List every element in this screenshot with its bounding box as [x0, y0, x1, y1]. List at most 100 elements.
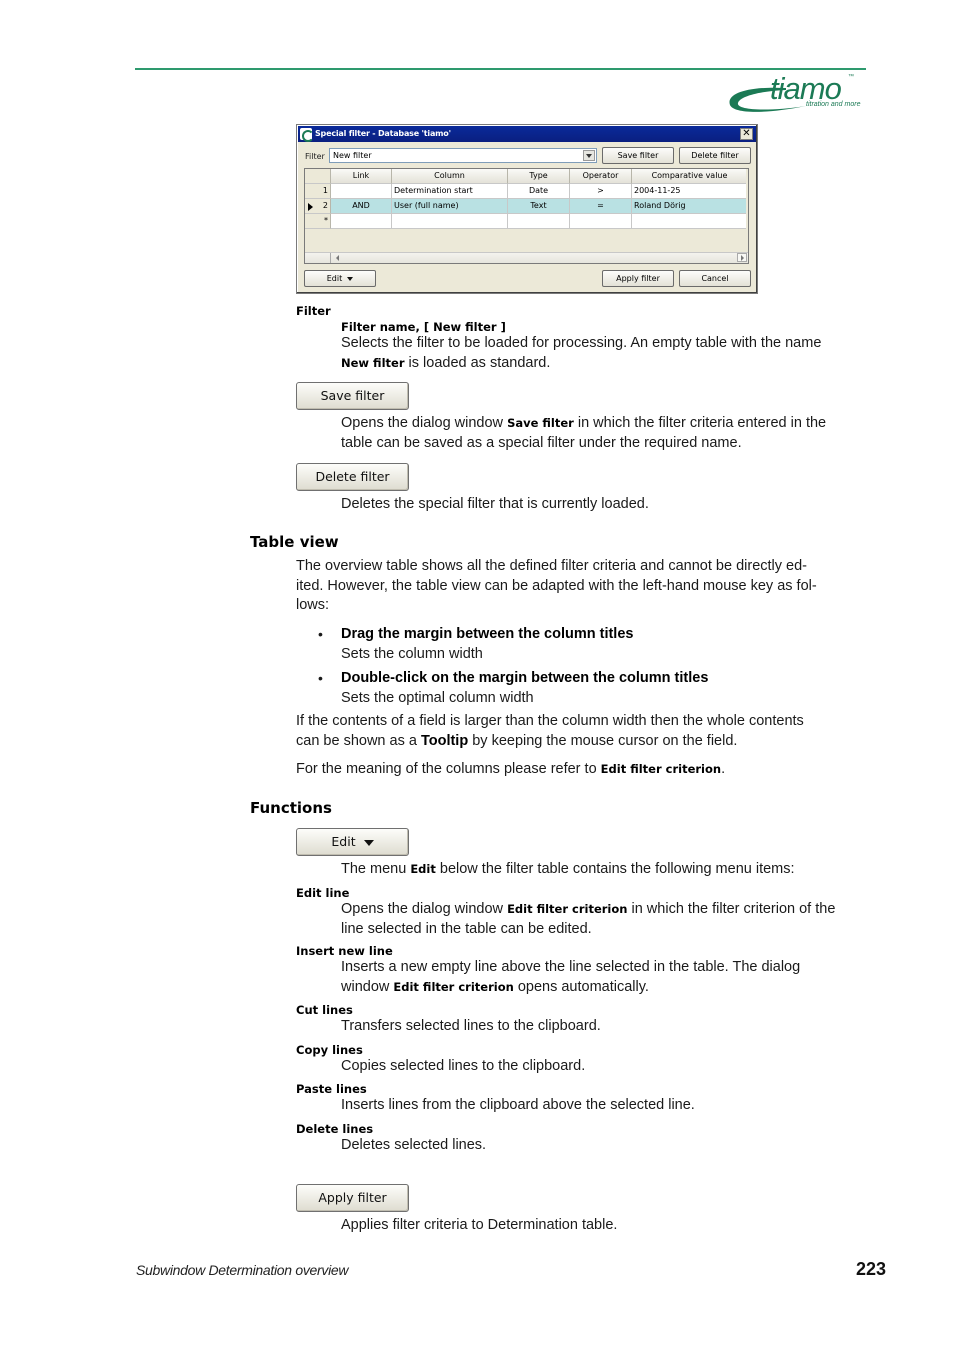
- text-span: The menu: [341, 861, 411, 877]
- menu-item-delete-lines: Delete lines: [296, 1122, 374, 1136]
- edit-menu-label: Edit: [326, 274, 343, 283]
- column-header-comparative-value[interactable]: Comparative value: [632, 169, 748, 184]
- text-span: Opens the dialog window: [341, 901, 508, 917]
- cell-type: Text: [508, 199, 570, 214]
- save-filter-description: Opens the dialog window Save filter in w…: [341, 414, 826, 453]
- menu-item-description: Inserts a new empty line above the line …: [341, 958, 800, 997]
- edit-menu-button[interactable]: Edit: [304, 270, 376, 287]
- table-row[interactable]: 1 Determination start Date > 2004-11-25: [305, 184, 748, 199]
- menu-item-copy-lines: Copy lines: [296, 1043, 363, 1057]
- menu-item-insert-new-line: Insert new line: [296, 944, 393, 958]
- edit-button-illustration: Edit: [296, 828, 409, 856]
- text-line: can be shown as a Tooltip by keeping the…: [296, 732, 804, 752]
- edit-filter-criterion-link[interactable]: Edit filter criterion: [601, 762, 721, 776]
- ui-term: Edit filter criterion: [507, 902, 628, 916]
- column-header-column[interactable]: Column: [392, 169, 508, 184]
- chevron-down-icon[interactable]: [583, 150, 595, 161]
- text-span: For the meaning of the columns please re…: [296, 761, 601, 777]
- cell-comparative-value: Roland Dörig: [632, 199, 748, 214]
- cell-link: [331, 184, 392, 199]
- cell-column: User (full name): [392, 199, 508, 214]
- text-line: Opens the dialog window Save filter in w…: [341, 414, 826, 434]
- filter-select[interactable]: New filter: [329, 148, 597, 163]
- scroll-left-icon[interactable]: [333, 254, 342, 262]
- menu-intro: The menu Edit below the filter table con…: [341, 860, 795, 880]
- close-icon[interactable]: ✕: [740, 128, 753, 140]
- functions-heading: Functions: [250, 799, 332, 817]
- ui-term: Edit filter criterion: [393, 979, 514, 994]
- dialog-titlebar: Special filter - Database 'tiamo' ✕: [298, 126, 756, 142]
- bullet-icon: •: [318, 626, 323, 642]
- text-span: in which the filter criterion of the: [627, 901, 836, 917]
- tooltip-term: Tooltip: [420, 732, 469, 749]
- text-line: ited. However, the table view can be ada…: [296, 577, 817, 594]
- page-number: 223: [856, 1259, 887, 1279]
- text-span: can be shown as a: [296, 732, 421, 749]
- dropdown-arrow-icon: [347, 276, 354, 281]
- ui-term: Save filter: [507, 416, 574, 430]
- dialog-title: Special filter - Database 'tiamo': [315, 129, 451, 138]
- text-line: table can be saved as a special filter u…: [341, 434, 742, 451]
- text-span: in which the filter criteria entered in …: [573, 415, 827, 431]
- text-span: window: [341, 978, 394, 995]
- filter-name-description: Selects the filter to be loaded for proc…: [341, 334, 821, 373]
- delete-filter-button-illustration: Delete filter: [296, 463, 409, 491]
- apply-filter-button-illustration: Apply filter: [296, 1184, 409, 1212]
- text-line: line selected in the table can be edited…: [341, 920, 592, 937]
- text-span: opens automatically.: [513, 978, 649, 995]
- row-number-text: 2: [322, 201, 328, 210]
- save-filter-button[interactable]: Save filter: [602, 147, 674, 164]
- apply-filter-button[interactable]: Apply filter: [602, 270, 674, 287]
- text-span: below the filter table contains the foll…: [435, 861, 795, 877]
- text-line: Opens the dialog window Edit filter crit…: [341, 900, 835, 920]
- column-header-link[interactable]: Link: [331, 169, 392, 184]
- menu-item-edit-line: Edit line: [296, 886, 350, 900]
- menu-item-description: Transfers selected lines to the clipboar…: [341, 1018, 601, 1034]
- cell-type: Date: [508, 184, 570, 199]
- text-line: The overview table shows all the defined…: [296, 558, 807, 574]
- table-view-paragraph: The overview table shows all the defined…: [296, 557, 817, 616]
- filter-table: Link Column Type Operator Comparative va…: [304, 168, 749, 264]
- ui-term: Edit: [410, 862, 436, 876]
- new-row-marker: *: [305, 214, 331, 229]
- table-row-new[interactable]: *: [305, 214, 748, 229]
- row-pointer-icon: [308, 203, 313, 211]
- scroll-right-icon[interactable]: [737, 253, 747, 262]
- meaning-paragraph: For the meaning of the columns please re…: [296, 760, 725, 780]
- menu-item-description: Inserts lines from the clipboard above t…: [341, 1097, 695, 1113]
- text-line: window Edit filter criterion opens autom…: [341, 978, 800, 998]
- logo-trademark: ™: [848, 74, 854, 80]
- ui-term: New filter: [341, 355, 405, 370]
- text-span: is loaded as standard.: [404, 354, 551, 371]
- row-number: 2: [305, 199, 331, 214]
- bullet-icon: •: [318, 670, 323, 686]
- special-filter-dialog: Special filter - Database 'tiamo' ✕ Filt…: [296, 124, 758, 294]
- cell-operator: =: [570, 199, 632, 214]
- cell-comparative-value: 2004-11-25: [632, 184, 748, 199]
- row-number: 1: [305, 184, 331, 199]
- save-filter-button-illustration: Save filter: [296, 382, 409, 410]
- text-line: New filter is loaded as standard.: [341, 354, 821, 374]
- bullet-item: Drag the margin between the column title…: [341, 625, 633, 664]
- text-span: by keeping the mouse cursor on the field…: [468, 732, 738, 749]
- table-header-row: Link Column Type Operator Comparative va…: [305, 169, 748, 184]
- horizontal-scrollbar[interactable]: [305, 252, 748, 263]
- column-header-type[interactable]: Type: [508, 169, 570, 184]
- delete-filter-button[interactable]: Delete filter: [679, 147, 751, 164]
- apply-filter-description: Applies filter criteria to Determination…: [341, 1217, 618, 1233]
- bullet-title: Drag the margin between the column title…: [341, 626, 634, 642]
- edit-button-label: Edit: [331, 834, 356, 849]
- cell-link: [331, 214, 392, 229]
- cell-column: Determination start: [392, 184, 508, 199]
- text-line: Selects the filter to be loaded for proc…: [341, 335, 822, 351]
- bullet-description: Sets the column width: [341, 645, 483, 662]
- tiamo-logo: tiamo ™ titration and more: [726, 72, 871, 118]
- filter-select-value: New filter: [333, 151, 372, 160]
- bullet-item: Double-click on the margin between the c…: [341, 669, 708, 708]
- cancel-button[interactable]: Cancel: [679, 270, 751, 287]
- column-header-operator[interactable]: Operator: [570, 169, 632, 184]
- table-row-selected[interactable]: 2 AND User (full name) Text = Roland Dör…: [305, 199, 748, 214]
- cell-type: [508, 214, 570, 229]
- filter-heading: Filter: [296, 304, 331, 318]
- footer-section-title: Subwindow Determination overview: [136, 1262, 349, 1278]
